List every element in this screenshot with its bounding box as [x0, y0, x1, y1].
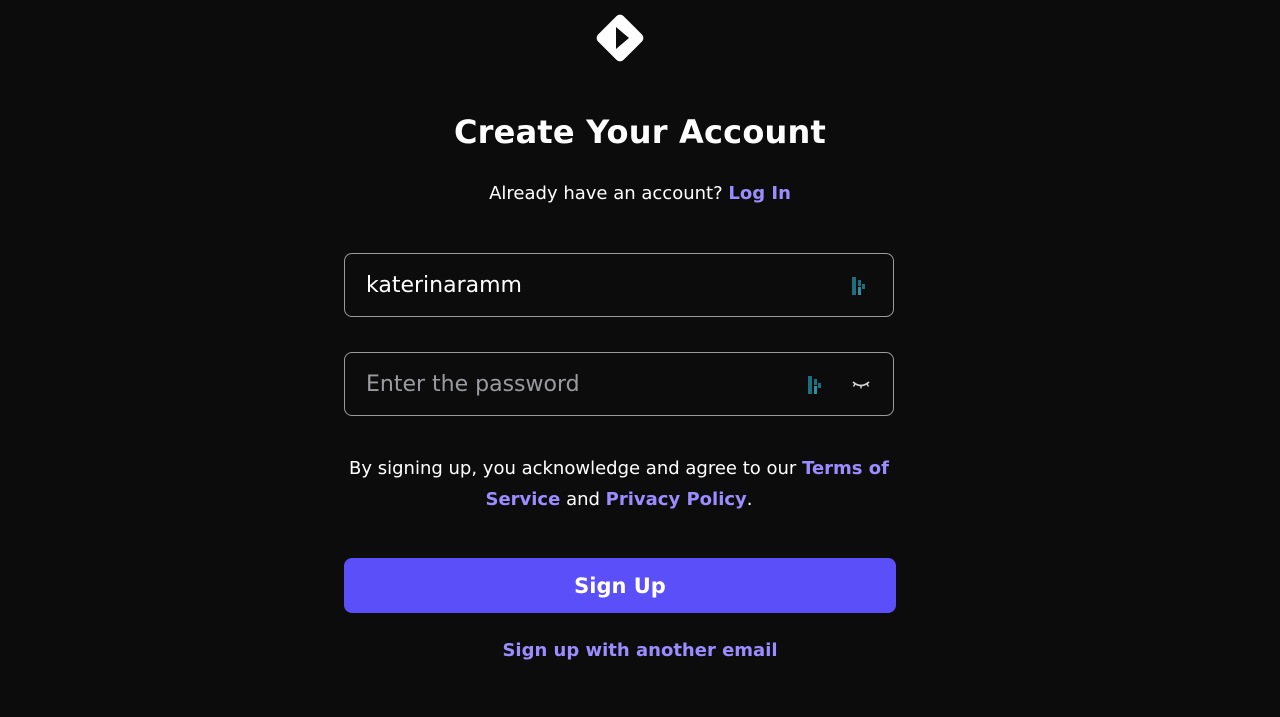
sign-up-button[interactable]: Sign Up: [344, 558, 896, 613]
terms-conjunction: and: [566, 489, 600, 510]
page-title: Create Your Account: [454, 113, 826, 151]
password-input[interactable]: [366, 353, 786, 415]
username-input[interactable]: [366, 254, 786, 316]
terms-notice: By signing up, you acknowledge and agree…: [344, 453, 894, 515]
terms-suffix: .: [746, 489, 753, 510]
username-field[interactable]: [344, 253, 894, 317]
terms-prefix: By signing up, you acknowledge and agree…: [349, 458, 797, 479]
login-prompt-text: Already have an account?: [489, 183, 723, 204]
diamond-play-logo-icon: [596, 14, 644, 62]
other-email-row: Sign up with another email: [0, 638, 1280, 664]
password-manager-icon[interactable]: [807, 375, 825, 395]
login-prompt: Already have an account? Log In: [0, 181, 1280, 207]
sign-up-other-email-link[interactable]: Sign up with another email: [502, 640, 777, 661]
privacy-policy-link[interactable]: Privacy Policy: [606, 489, 747, 510]
login-link[interactable]: Log In: [728, 183, 791, 204]
password-field[interactable]: [344, 352, 894, 416]
signup-page: Create Your Account Already have an acco…: [0, 0, 1280, 717]
eye-closed-icon[interactable]: [851, 377, 871, 391]
password-manager-icon[interactable]: [851, 276, 869, 296]
